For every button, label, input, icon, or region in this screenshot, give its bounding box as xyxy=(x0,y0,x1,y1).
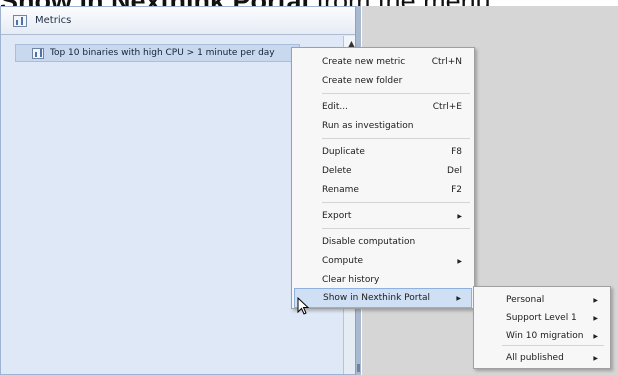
mouse-cursor-icon xyxy=(297,297,310,315)
metric-icon xyxy=(13,14,27,27)
menu-item-disable-computation[interactable]: Disable computation xyxy=(294,232,472,252)
menu-item-label: Export xyxy=(322,211,352,221)
submenu-item-win-10-migration[interactable]: Win 10 migration ▶ xyxy=(476,326,608,346)
menu-item-label: Run as investigation xyxy=(322,121,414,131)
submenu-item-personal[interactable]: Personal ▶ xyxy=(476,290,608,310)
portal-submenu: Personal ▶ Support Level 1 ▶ Win 10 migr… xyxy=(473,286,611,369)
menu-item-label: Show in Nexthink Portal xyxy=(323,293,431,303)
menu-item-run-as-investigation[interactable]: Run as investigation xyxy=(294,116,472,136)
menu-item-shortcut: F8 xyxy=(451,147,462,157)
menu-item-label: Clear history xyxy=(322,275,380,285)
submenu-arrow-icon: ▶ xyxy=(457,212,462,220)
menu-item-label: Compute xyxy=(322,256,364,266)
menu-item-shortcut: Ctrl+N xyxy=(431,57,462,67)
menu-item-rename[interactable]: Rename F2 xyxy=(294,180,472,200)
menu-item-label: Delete xyxy=(322,166,352,176)
splitter-grip[interactable] xyxy=(357,364,360,372)
menu-item-create-new-folder[interactable]: Create new folder xyxy=(294,71,472,91)
menu-separator xyxy=(322,228,470,229)
menu-item-shortcut: Del xyxy=(447,166,462,176)
metric-icon xyxy=(32,47,44,59)
submenu-arrow-icon: ▶ xyxy=(593,296,598,304)
tree-item-label: Top 10 binaries with high CPU > 1 minute… xyxy=(50,48,275,58)
menu-separator xyxy=(322,202,470,203)
menu-item-edit[interactable]: Edit... Ctrl+E xyxy=(294,97,472,117)
context-menu: Create new metric Ctrl+N Create new fold… xyxy=(291,47,475,309)
menu-item-shortcut: Ctrl+E xyxy=(432,102,462,112)
menu-item-label: Rename xyxy=(322,185,359,195)
panel-title: Metrics xyxy=(35,15,72,26)
submenu-arrow-icon: ▶ xyxy=(593,332,598,340)
menu-item-create-new-metric[interactable]: Create new metric Ctrl+N xyxy=(294,52,472,72)
menu-item-show-in-nexthink-portal[interactable]: Show in Nexthink Portal ▶ xyxy=(294,288,472,308)
submenu-arrow-icon: ▶ xyxy=(457,257,462,265)
menu-item-shortcut: F2 xyxy=(451,185,462,195)
menu-separator xyxy=(502,345,604,346)
menu-item-label: Disable computation xyxy=(322,237,416,247)
menu-item-label: Win 10 migration xyxy=(506,331,584,341)
menu-item-label: Personal xyxy=(506,295,545,305)
menu-item-delete[interactable]: Delete Del xyxy=(294,161,472,181)
menu-item-label: Duplicate xyxy=(322,147,365,157)
menu-item-label: All published xyxy=(506,353,564,363)
submenu-arrow-icon: ▶ xyxy=(593,354,598,362)
submenu-arrow-icon: ▶ xyxy=(593,314,598,322)
submenu-arrow-icon: ▶ xyxy=(456,294,461,302)
menu-item-label: Create new metric xyxy=(322,57,406,67)
menu-item-clear-history[interactable]: Clear history xyxy=(294,270,472,290)
menu-separator xyxy=(322,93,470,94)
menu-item-label: Support Level 1 xyxy=(506,313,577,323)
menu-item-label: Edit... xyxy=(322,102,349,112)
submenu-item-support-level-1[interactable]: Support Level 1 ▶ xyxy=(476,308,608,328)
menu-item-export[interactable]: Export ▶ xyxy=(294,206,472,226)
menu-item-label: Create new folder xyxy=(322,76,403,86)
panel-header: Metrics xyxy=(1,7,359,35)
submenu-item-all-published[interactable]: All published ▶ xyxy=(476,348,608,368)
menu-separator xyxy=(322,138,470,139)
menu-item-compute[interactable]: Compute ▶ xyxy=(294,251,472,271)
menu-item-duplicate[interactable]: Duplicate F8 xyxy=(294,142,472,162)
tree-item-metric[interactable]: Top 10 binaries with high CPU > 1 minute… xyxy=(15,44,300,62)
